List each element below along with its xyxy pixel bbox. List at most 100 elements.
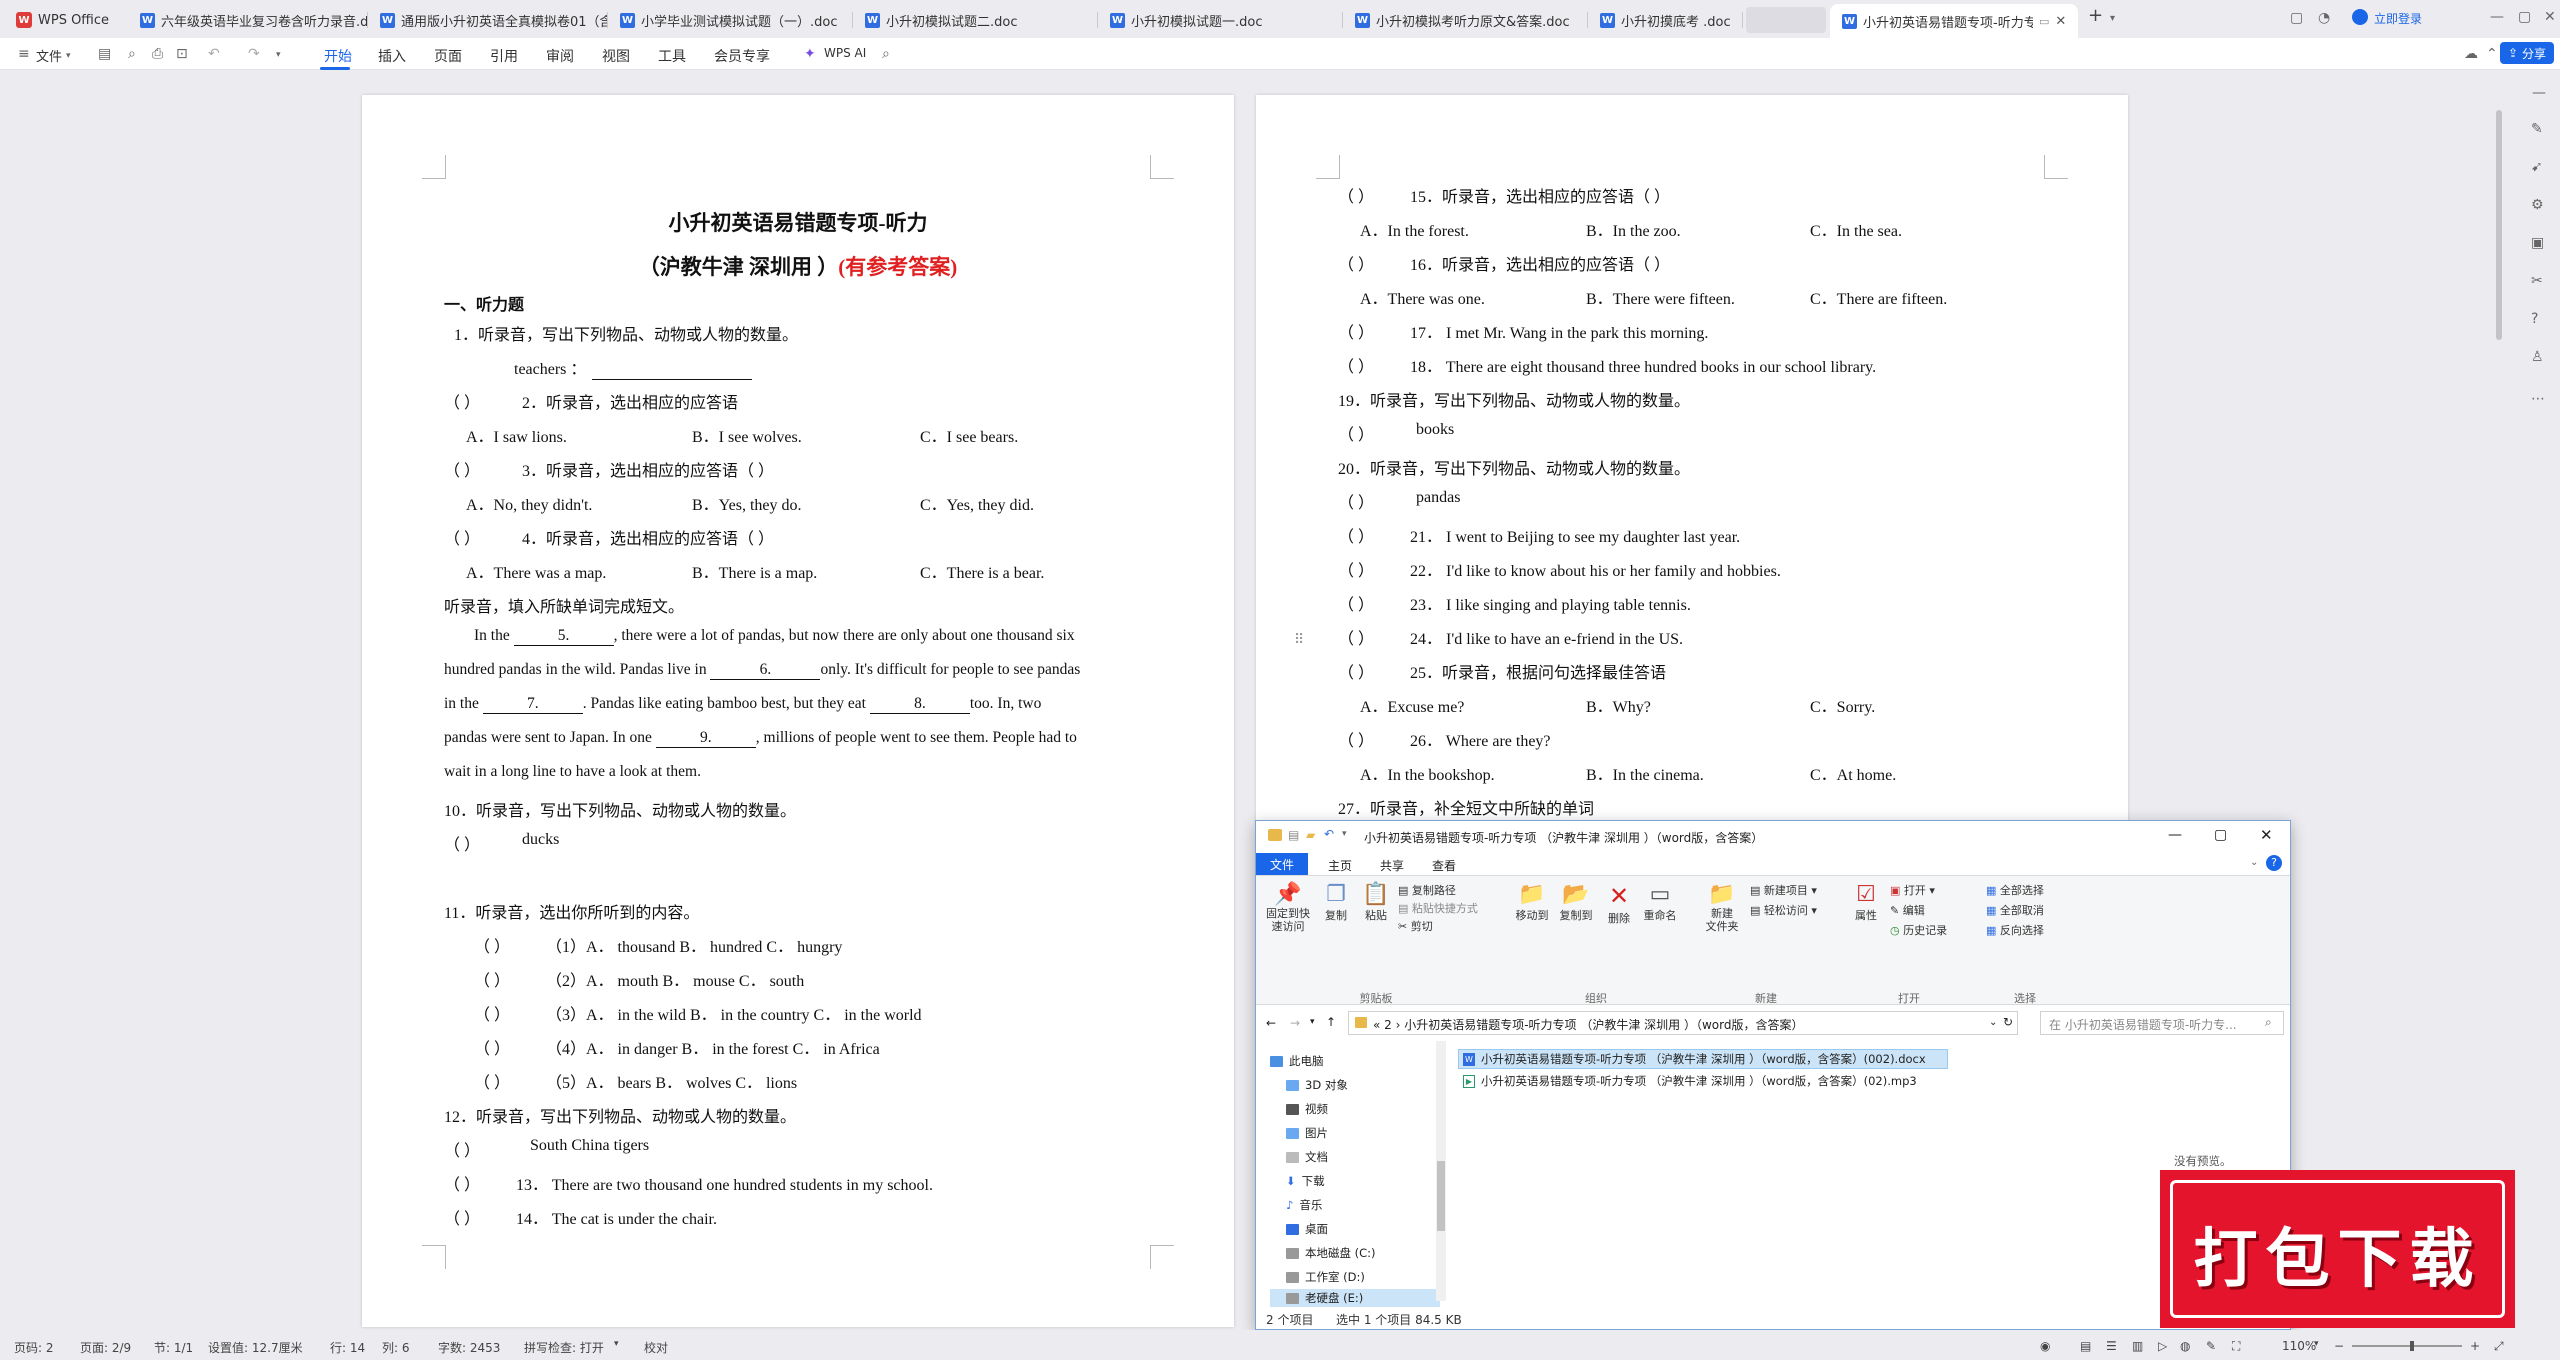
chevron-down-icon[interactable]: ▾	[66, 49, 71, 63]
menu-member[interactable]: 会员专享	[714, 46, 770, 66]
new-tab-icon[interactable]: +	[2088, 7, 2103, 25]
cloud-icon[interactable]: ☁	[2464, 47, 2478, 61]
hamburger-icon[interactable]: ≡	[18, 47, 30, 61]
nav-pictures[interactable]: 图片	[1286, 1125, 1328, 1141]
file-explorer-window[interactable]: ▤ ▰ ↶ ▾ 小升初英语易错题专项-听力专项 （沪教牛津 深圳用 ）（word…	[1255, 820, 2291, 1330]
new-folder-quick-icon[interactable]: ▰	[1306, 828, 1315, 842]
answer-paren[interactable]: （ ）	[1338, 353, 1374, 377]
history-button[interactable]: ◷ 历史记录	[1890, 922, 1947, 938]
answer-paren[interactable]: （ ）	[1338, 183, 1374, 207]
collapse-panel-icon[interactable]: —	[2532, 86, 2546, 100]
fullscreen-icon[interactable]: ⤢	[2494, 1339, 2504, 1354]
pen-icon[interactable]: ✎	[2531, 122, 2543, 136]
answer-paren[interactable]: （ ）	[1338, 591, 1374, 615]
fit-page-icon[interactable]: ⛶	[2232, 1339, 2240, 1354]
nav-downloads[interactable]: ⬇ 下载	[1286, 1173, 1325, 1189]
answer-paren[interactable]: （ ）	[474, 1069, 510, 1093]
ribbon-tab-file[interactable]: 文件	[1256, 853, 1308, 875]
sliders-icon[interactable]: ⚙	[2531, 198, 2544, 212]
answer-paren[interactable]: （ ）	[474, 933, 510, 957]
properties-button[interactable]: ☑ 属性	[1848, 882, 1884, 923]
close-icon[interactable]: ✕	[2544, 10, 2556, 24]
answer-paren[interactable]: （ ）	[444, 525, 480, 549]
status-proofread[interactable]: 校对	[644, 1339, 668, 1356]
help-icon[interactable]: ?	[2266, 855, 2282, 871]
answer-paren[interactable]: （ ）	[1338, 489, 1374, 513]
download-promo-badge[interactable]: 打包下载	[2160, 1170, 2515, 1328]
copy-button[interactable]: ❐ 复制	[1318, 882, 1354, 923]
answer-paren[interactable]: （ ）	[474, 967, 510, 991]
refresh-icon[interactable]: ↻	[2003, 1015, 2013, 1029]
undo-icon[interactable]: ↶	[208, 47, 220, 61]
nav-drive-d[interactable]: 工作室 (D:)	[1286, 1269, 1365, 1285]
answer-paren[interactable]: （ ）	[444, 1171, 480, 1195]
nav-3d-objects[interactable]: 3D 对象	[1286, 1077, 1348, 1093]
read-mode-icon[interactable]: ▥	[2132, 1339, 2143, 1353]
new-folder-button[interactable]: 📁 新建 文件夹	[1700, 882, 1744, 933]
zoom-level[interactable]: 110%	[2282, 1339, 2316, 1353]
pen-icon[interactable]: ✎	[2206, 1339, 2216, 1353]
status-word-count[interactable]: 字数: 2453	[438, 1339, 500, 1356]
nav-videos[interactable]: 视频	[1286, 1101, 1328, 1117]
move-to-button[interactable]: 📁 移动到	[1512, 882, 1552, 923]
answer-paren[interactable]: （ ）	[444, 389, 480, 413]
scrollbar[interactable]	[2494, 70, 2504, 1330]
answer-paren[interactable]: （ ）	[1338, 251, 1374, 275]
back-arrow-icon[interactable]: ←	[1266, 1016, 1276, 1030]
answer-paren[interactable]: （ ）	[1338, 421, 1374, 445]
answer-paren[interactable]: （ ）	[444, 1137, 480, 1161]
chevron-down-icon[interactable]: ▾	[614, 1339, 619, 1349]
maximize-icon[interactable]: ▢	[2214, 827, 2227, 843]
ribbon-tab-home[interactable]: 主页	[1328, 857, 1352, 874]
status-pages[interactable]: 页面: 2/9	[80, 1339, 131, 1356]
open-button[interactable]: ▣ 打开 ▾	[1890, 882, 1935, 898]
menu-home[interactable]: 开始	[324, 46, 352, 66]
wps-ai-button[interactable]: WPS AI	[824, 46, 866, 60]
menu-tools[interactable]: 工具	[658, 46, 686, 66]
print-icon[interactable]: ⎙	[152, 47, 163, 61]
window-mode-icon[interactable]: ▢	[2290, 11, 2303, 25]
menu-page[interactable]: 页面	[434, 46, 462, 66]
zoom-slider-handle[interactable]	[2410, 1341, 2414, 1351]
search-input[interactable]: 在 小升初英语易错题专项-听力专...	[2049, 1016, 2237, 1033]
tab-doc-6[interactable]: W 小升初模拟考听力原文&答案.doc	[1343, 5, 1588, 35]
find-icon[interactable]: ⌕	[128, 47, 136, 61]
nav-documents[interactable]: 文档	[1286, 1149, 1328, 1165]
page-view-icon[interactable]: ▤	[2080, 1339, 2091, 1353]
tab-close-icon[interactable]: ✕	[2055, 14, 2066, 29]
tab-doc-1[interactable]: W 六年级英语毕业复习卷含听力录音.doc	[128, 5, 368, 35]
collapse-icon[interactable]: ⌃	[2486, 47, 2498, 61]
cursor-icon[interactable]: ➹	[2531, 160, 2543, 174]
close-icon[interactable]: ✕	[2260, 826, 2273, 844]
search-icon[interactable]: ⌕	[882, 47, 890, 61]
copy-path-button[interactable]: ▤ 复制路径	[1398, 882, 1456, 898]
chevron-down-icon[interactable]: ▾	[1310, 1017, 1315, 1027]
answer-paren[interactable]: （ ）	[444, 457, 480, 481]
chevron-down-icon[interactable]: ▾	[1342, 829, 1347, 839]
blank-9[interactable]: 9.	[655, 729, 756, 748]
nav-scrollbar-thumb[interactable]	[1437, 1161, 1445, 1231]
nav-desktop[interactable]: 桌面	[1286, 1221, 1328, 1237]
answer-paren[interactable]: （ ）	[444, 831, 480, 855]
image-edit-icon[interactable]: ▣	[2531, 236, 2544, 250]
cut-button[interactable]: ✂ 剪切	[1398, 918, 1433, 934]
tab-doc-2[interactable]: W 通用版小升初英语全真模拟卷01（含	[368, 5, 608, 35]
tab-doc-7[interactable]: W 小升初摸底考 .doc	[1588, 5, 1743, 35]
answer-paren[interactable]: （ ）	[444, 1205, 480, 1229]
search-box[interactable]: 在 小升初英语易错题专项-听力专... ⌕	[2040, 1011, 2284, 1035]
web-view-icon[interactable]: ◍	[2180, 1339, 2190, 1353]
blank-7[interactable]: 7.	[482, 695, 583, 714]
select-none-button[interactable]: ▦ 全部取消	[1986, 902, 2044, 918]
blank-6[interactable]: 6.	[710, 661, 821, 680]
invert-selection-button[interactable]: ▦ 反向选择	[1986, 922, 2044, 938]
status-spell-check[interactable]: 拼写检查: 打开	[524, 1339, 604, 1356]
tab-doc-active[interactable]: W 小升初英语易错题专项-听力专 ▭ ✕	[1830, 4, 2078, 38]
answer-paren[interactable]: （ ）	[474, 1001, 510, 1025]
tab-doc-4[interactable]: W 小升初模拟试题二.doc	[853, 5, 1098, 35]
blank-5[interactable]: 5.	[513, 627, 614, 646]
ribbon-tab-share[interactable]: 共享	[1380, 857, 1404, 874]
nav-this-pc[interactable]: 此电脑	[1270, 1053, 1324, 1069]
menu-review[interactable]: 审阅	[546, 46, 574, 66]
file-row-docx[interactable]: W 小升初英语易错题专项-听力专项 （沪教牛津 深圳用 ）（word版，含答案）…	[1458, 1049, 1948, 1069]
play-icon[interactable]: ▷	[2158, 1339, 2167, 1353]
